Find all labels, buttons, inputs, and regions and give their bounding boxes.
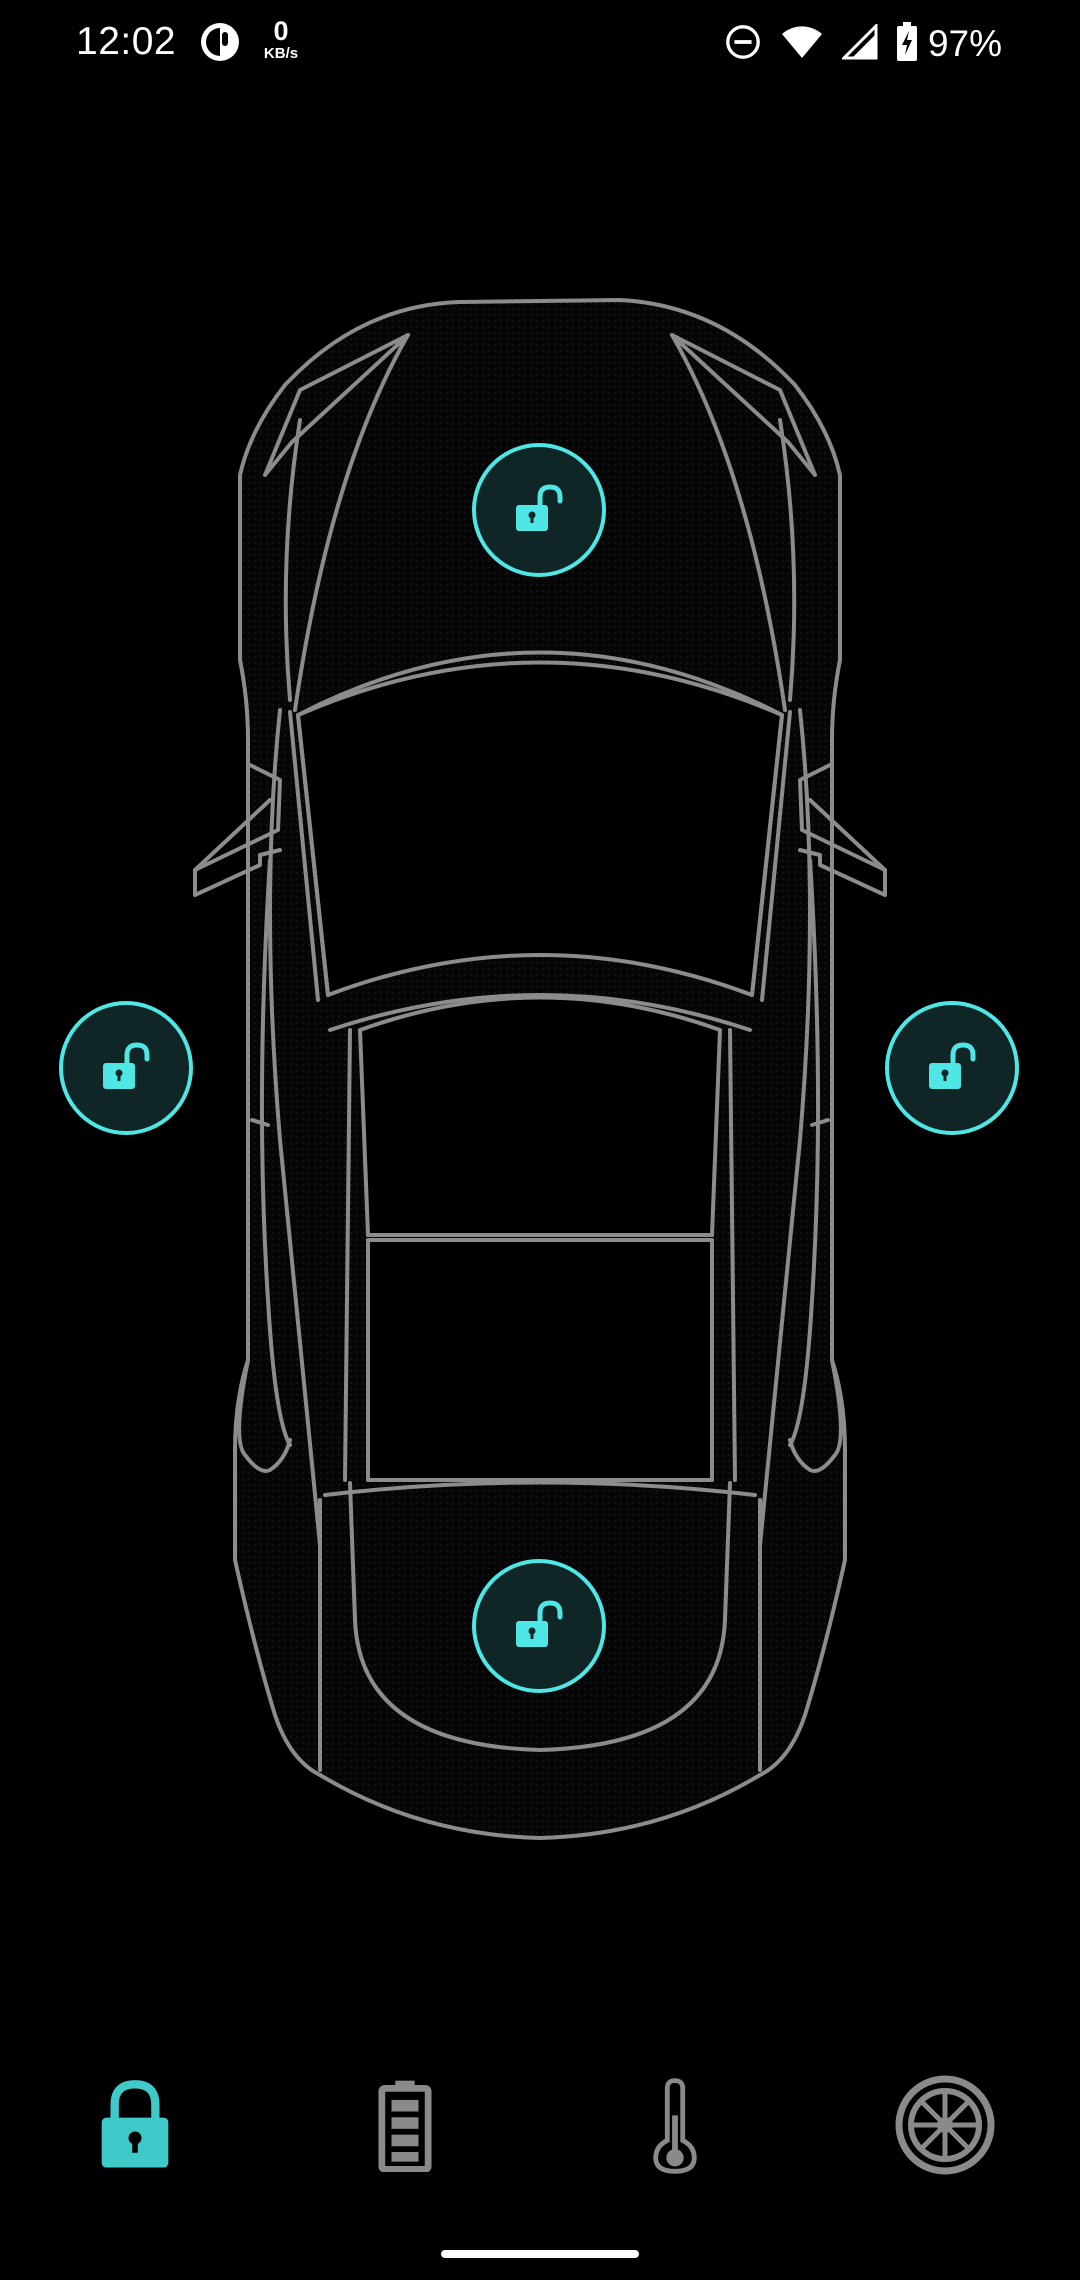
nav-tab-lock[interactable] (70, 2060, 200, 2190)
left-door-lock-button[interactable] (59, 1001, 193, 1135)
unlocked-icon (516, 1600, 563, 1647)
car-top-view (193, 298, 887, 1840)
lock-icon (101, 2080, 169, 2168)
nav-tab-battery[interactable] (340, 2060, 470, 2190)
thermometer-icon (653, 2078, 697, 2174)
unlocked-icon (516, 484, 563, 531)
unlocked-icon (103, 1042, 150, 1089)
battery-icon (378, 2080, 432, 2172)
nav-tab-tyre[interactable] (880, 2060, 1010, 2190)
front-lock-button[interactable] (472, 443, 606, 577)
rear-trunk-lock-button[interactable] (472, 1559, 606, 1693)
gesture-navigation-bar[interactable] (441, 2250, 639, 2258)
bottom-navigation (0, 2060, 1080, 2190)
nav-tab-temperature[interactable] (610, 2060, 740, 2190)
right-door-lock-button[interactable] (885, 1001, 1019, 1135)
tyre-icon (895, 2075, 995, 2175)
unlocked-icon (929, 1042, 976, 1089)
